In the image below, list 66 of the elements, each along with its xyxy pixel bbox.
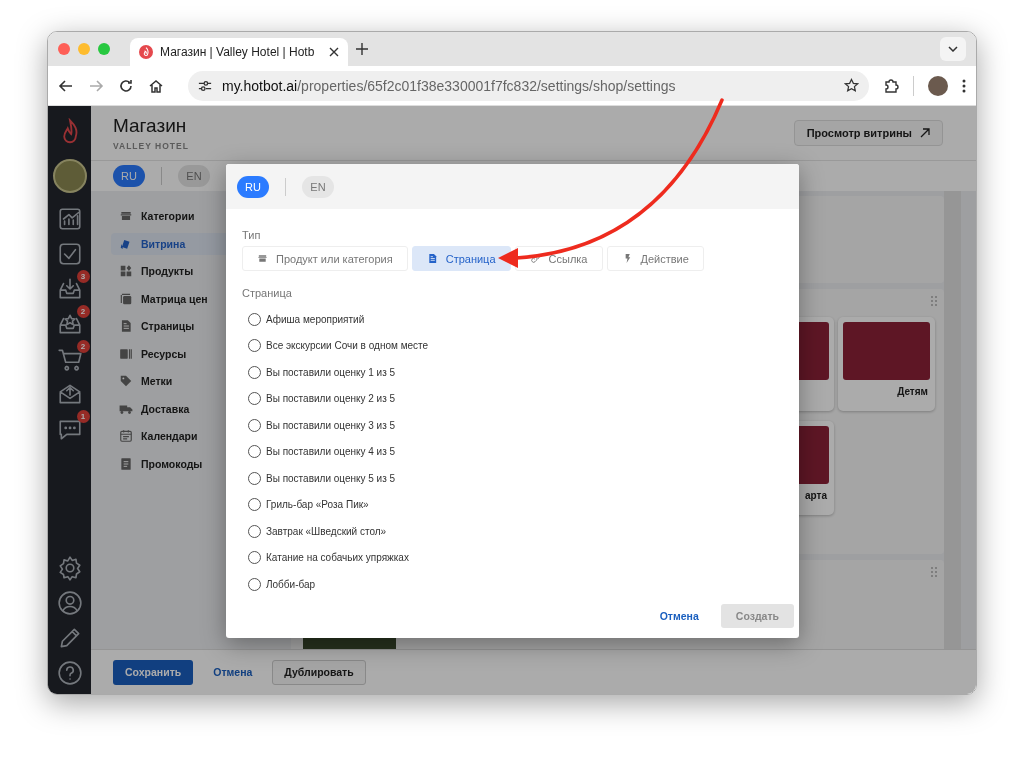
option-label: Все экскурсии Сочи в одном месте — [266, 340, 429, 352]
option-label: Вы поставили оценку 4 из 5 — [266, 446, 396, 458]
menu-icon[interactable] — [962, 78, 966, 93]
browser-tab[interactable]: Магазин | Valley Hotel | Hotb — [130, 38, 348, 66]
help-icon[interactable] — [56, 660, 83, 686]
reload-icon[interactable] — [118, 77, 134, 94]
card-title: арта — [804, 490, 828, 501]
tasks-icon[interactable] — [56, 241, 83, 267]
back-icon[interactable] — [58, 77, 74, 94]
save-button[interactable]: Сохранить — [113, 659, 194, 685]
field-label: Тип — [242, 229, 262, 241]
chevron-down-icon — [948, 46, 958, 52]
notification-badge: 1 — [76, 410, 90, 423]
new-tab-icon[interactable] — [356, 43, 368, 55]
calendar-icon — [119, 429, 133, 444]
matrix-icon — [119, 291, 133, 306]
language-tab[interactable]: RU — [237, 175, 269, 198]
profile-avatar[interactable] — [928, 75, 948, 96]
profile-icon[interactable] — [56, 590, 83, 616]
page-icon — [426, 253, 438, 264]
option-label: Вы поставили оценку 2 из 5 — [266, 393, 396, 405]
cancel-link[interactable]: Отмена — [647, 603, 711, 629]
language-tab[interactable]: EN — [302, 175, 334, 198]
address-bar[interactable]: my.hotbot.ai/properties/65f2c01f38e330001f7fc832/settings/shop/settings — [188, 70, 869, 101]
showcase-card[interactable]: Детям — [838, 317, 935, 411]
analytics-icon[interactable] — [56, 206, 83, 232]
field-label: Страница — [242, 287, 293, 299]
type-option[interactable]: Действие — [606, 246, 704, 271]
duplicate-button[interactable]: Дублировать — [272, 659, 366, 685]
option-label: Афиша мероприятий — [266, 313, 365, 325]
close-icon[interactable] — [329, 47, 339, 57]
settings-icon[interactable] — [56, 555, 83, 581]
preview-button[interactable]: Просмотр витрины — [793, 120, 943, 146]
promo-icon — [119, 456, 133, 471]
option-label: Катание на собачьих упряжках — [266, 552, 409, 564]
page-subtitle: VALLEY HOTEL — [113, 141, 189, 151]
hotel-avatar[interactable] — [52, 159, 87, 193]
nav-item[interactable]: Категории — [111, 205, 271, 228]
option-label: Завтрак «Шведский стол» — [266, 525, 387, 537]
star-icon[interactable] — [844, 78, 859, 93]
drag-handle-icon[interactable] — [930, 295, 938, 307]
tab-search-button[interactable] — [940, 37, 966, 61]
sliders-icon[interactable] — [198, 78, 212, 93]
cancel-link[interactable]: Отмена — [201, 659, 265, 685]
page-title: Магазин — [113, 115, 188, 137]
notification-badge: 3 — [76, 270, 90, 283]
store-icon — [257, 253, 268, 264]
puzzle-icon[interactable] — [883, 77, 899, 94]
option-label: Вы поставили оценку 5 из 5 — [266, 472, 396, 484]
tag-icon — [119, 374, 133, 389]
type-option[interactable]: Страница — [411, 246, 511, 271]
flame-icon — [139, 45, 153, 59]
option-label: Вы поставили оценку 1 из 5 — [266, 366, 396, 378]
option-label: Гриль-бар «Роза Пик» — [266, 499, 369, 511]
products-icon — [119, 264, 133, 279]
option-label: Вы поставили оценку 3 из 5 — [266, 419, 396, 431]
notification-badge: 2 — [76, 340, 90, 353]
option-label: Лобби-бар — [266, 578, 316, 590]
external-link-icon — [920, 128, 930, 138]
type-option[interactable]: Продукт или категория — [242, 246, 408, 271]
card-title: Детям — [896, 386, 929, 397]
drag-handle-icon[interactable] — [930, 566, 938, 578]
notification-badge: 2 — [76, 305, 90, 318]
home-icon[interactable] — [148, 77, 164, 94]
page-icon — [119, 319, 133, 334]
resources-icon — [119, 346, 133, 361]
